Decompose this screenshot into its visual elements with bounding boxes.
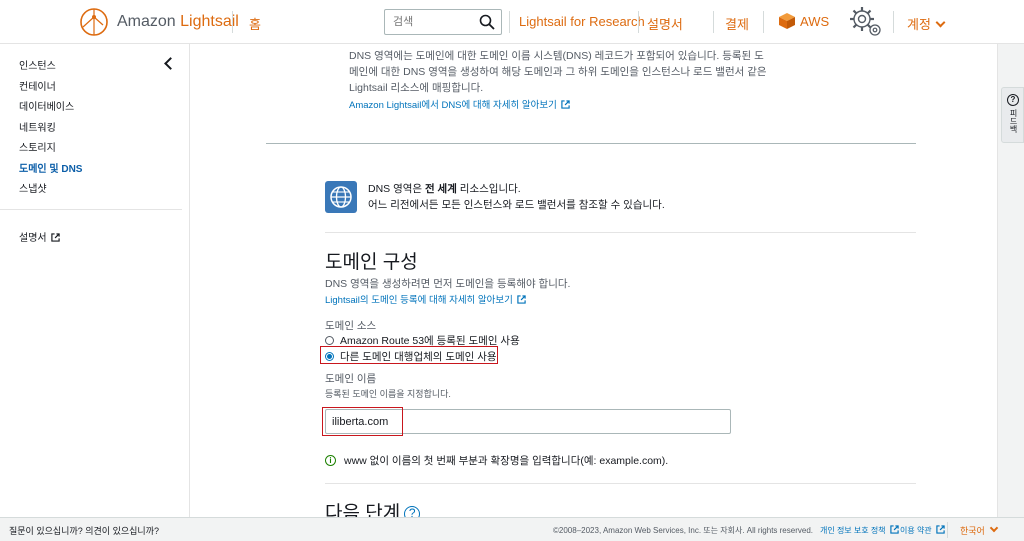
intro-line: 메인에 대한 DNS 영역을 생성하여 해당 도메인과 그 하위 도메인을 인스… [349,66,767,78]
lightsail-logo[interactable]: Amazon Lightsail [79,7,239,37]
nav-billing[interactable]: 결제 [725,14,749,33]
collapse-sidebar-icon[interactable] [164,57,177,70]
main-content: DNS 영역에는 도메인에 대한 도메인 이름 시스템(DNS) 레코드가 포함… [191,44,997,517]
section-divider [325,483,916,484]
domain-config-title: 도메인 구성 [325,252,418,273]
sidebar-item-instances[interactable]: 인스턴스 [19,57,56,72]
account-menu[interactable]: 계정 [907,14,946,33]
divider [232,11,233,33]
radio-button[interactable] [325,336,334,345]
feedback-prompt-link[interactable]: 질문이 있으십니까? 의견이 있으십니까? [9,524,159,537]
external-link-icon [935,525,945,534]
highlight-box [320,346,498,364]
domain-source-label: 도메인 소스 [325,320,377,332]
aws-cube-icon [779,13,795,29]
terms-of-use-link[interactable]: 이용 약관 [900,525,945,536]
chevron-down-icon [989,523,999,533]
search-box[interactable] [384,9,502,35]
domain-config-desc: DNS 영역을 생성하려면 먼저 도메인을 등록해야 합니다. [325,278,571,290]
notice-text: 리소스입니다. [456,183,521,195]
divider [638,11,639,33]
question-icon: ? [1007,94,1019,106]
sidebar-item-domains-dns[interactable]: 도메인 및 DNS [19,160,82,175]
sidebar-item-databases[interactable]: 데이터베이스 [19,98,74,113]
chevron-down-icon [935,17,946,28]
external-link-icon [561,100,570,109]
logo-text: Amazon Lightsail [117,13,239,30]
settings-gear-icon[interactable] [849,6,883,38]
learn-dns-link-label: Amazon Lightsail에서 DNS에 대해 자세히 알아보기 [349,100,557,111]
account-label: 계정 [907,17,931,32]
external-link-icon [50,233,60,242]
section-divider [325,232,916,233]
divider [947,522,948,538]
domain-name-desc: 등록된 도메인 이름을 지정합니다. [325,389,451,399]
globe-icon [325,181,357,213]
feedback-tab[interactable]: ? 피드백 [1001,87,1024,143]
sidebar-item-containers[interactable]: 컨테이너 [19,78,56,93]
sidebar-divider [0,209,182,210]
nav-aws[interactable]: AWS [800,14,829,29]
notice-text: DNS 영역은 [368,183,425,195]
next-steps-label: 다음 단계 [325,503,401,517]
divider [509,11,510,33]
top-navigation: Amazon Lightsail 홈 Lightsail for Researc… [0,0,1024,44]
intro-line: Lightsail 리소스에 매핑합니다. [349,82,484,94]
sidebar: 인스턴스 컨테이너 데이터베이스 네트워킹 스토리지 도메인 및 DNS 스냅샷… [0,44,190,517]
external-link-icon [517,295,526,304]
learn-domain-registration-link[interactable]: Lightsail의 도메인 등록에 대해 자세히 알아보기 [325,292,526,306]
divider [713,11,714,33]
privacy-label: 개인 정보 보호 정책 [820,526,886,535]
help-icon[interactable]: ? [404,506,421,517]
highlight-box [322,407,403,436]
info-icon: i [325,455,336,466]
sidebar-item-docs[interactable]: 설명서 [19,229,60,244]
sidebar-item-snapshots[interactable]: 스냅샷 [19,180,47,195]
language-selector[interactable]: 한국어 [960,523,999,537]
domain-hint: i www 없이 이름의 첫 번째 부분과 확장명을 입력합니다(예: exam… [325,453,668,468]
nav-lightsail-for-research[interactable]: Lightsail for Research [519,14,645,29]
nav-docs[interactable]: 설명서 [647,14,683,33]
dns-intro-text: DNS 영역에는 도메인에 대한 도메인 이름 시스템(DNS) 레코드가 포함… [349,48,767,96]
divider [763,11,764,33]
feedback-label: 피드백 [1009,109,1018,133]
search-icon[interactable] [479,14,495,30]
copyright-text: ©2008–2023, Amazon Web Services, Inc. 또는… [553,526,813,535]
nav-home[interactable]: 홈 [249,14,261,33]
divider [893,11,894,33]
sidebar-item-storage[interactable]: 스토리지 [19,139,56,154]
learn-domain-link-label: Lightsail의 도메인 등록에 대해 자세히 알아보기 [325,295,513,306]
intro-line: DNS 영역에는 도메인에 대한 도메인 이름 시스템(DNS) 레코드가 포함… [349,50,764,62]
sidebar-item-networking[interactable]: 네트워킹 [19,119,56,134]
privacy-policy-link[interactable]: 개인 정보 보호 정책 [820,525,899,536]
global-resource-notice: DNS 영역은 전 세계 리소스입니다. 어느 리전에서든 모든 인스턴스와 로… [368,181,665,213]
learn-dns-link[interactable]: Amazon Lightsail에서 DNS에 대해 자세히 알아보기 [349,97,570,111]
lightsail-logo-icon [80,8,108,36]
next-steps-title: 다음 단계? [325,498,421,517]
search-input[interactable] [385,10,475,34]
external-link-icon [889,525,899,534]
notice-bold: 전 세계 [424,183,457,195]
notice-text: 어느 리전에서든 모든 인스턴스와 로드 밸런서를 참조할 수 있습니다. [368,199,665,211]
section-divider [266,143,916,144]
sidebar-docs-label: 설명서 [19,233,47,244]
terms-label: 이용 약관 [900,526,932,535]
footer: 질문이 있으십니까? 의견이 있으십니까? ©2008–2023, Amazon… [0,517,1024,541]
domain-name-label: 도메인 이름 [325,373,377,385]
language-label: 한국어 [960,526,985,536]
hint-text: www 없이 이름의 첫 번째 부분과 확장명을 입력합니다(예: exampl… [344,455,669,467]
